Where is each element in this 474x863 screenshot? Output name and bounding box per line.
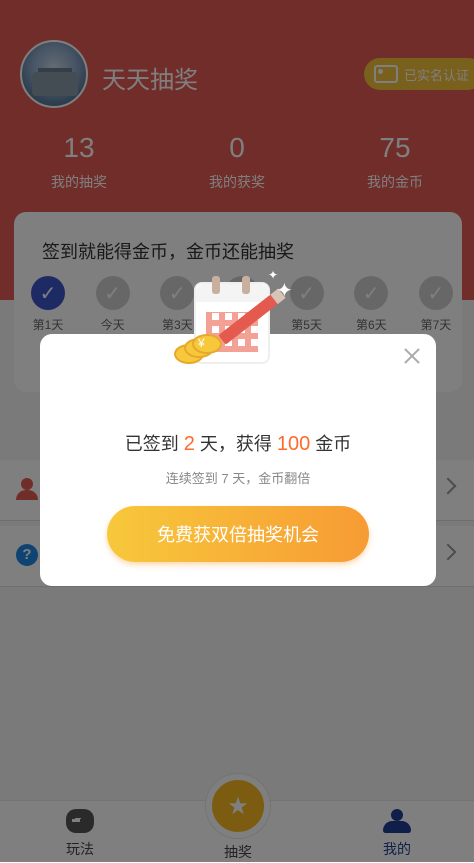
sparkle-icon: ✦ (276, 280, 293, 302)
sparkle-icon: ✦ (268, 268, 279, 282)
signed-days-count: 2 (183, 433, 195, 455)
message-prefix: 已签到 (124, 434, 179, 454)
message-middle: 天，获得 (199, 434, 272, 454)
calendar-illustration: ¥ ✦ ✦ (168, 268, 300, 390)
coins-earned: 100 (276, 433, 311, 455)
close-icon[interactable] (402, 346, 422, 366)
double-lottery-button[interactable]: 免费获双倍抽奖机会 (107, 506, 369, 562)
sign-in-subtext: 连续签到 7 天，金币翻倍 (165, 471, 311, 486)
message-suffix: 金币 (315, 434, 352, 454)
coins-icon: ¥ (174, 334, 222, 364)
sign-in-message: 已签到 2 天，获得 100 金币 (40, 430, 436, 456)
